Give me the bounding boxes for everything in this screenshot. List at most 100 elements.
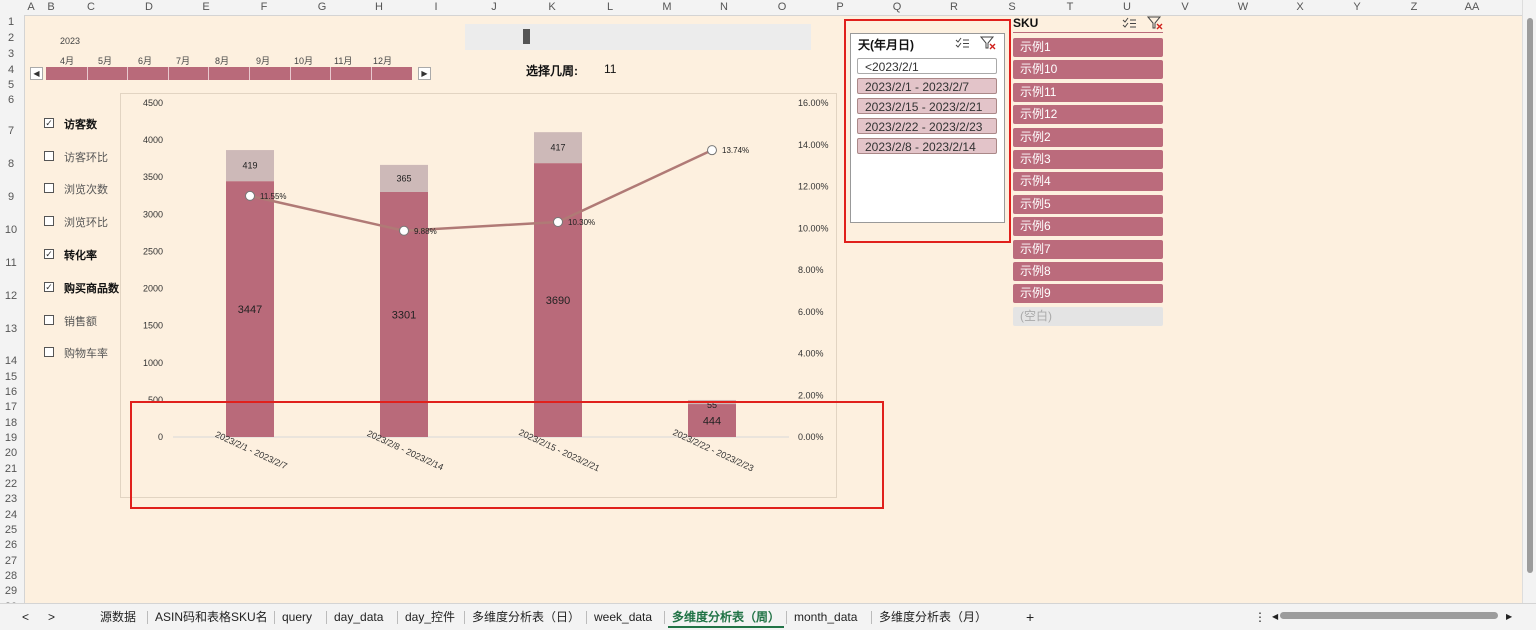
- checkbox-icon[interactable]: ✓: [44, 118, 54, 128]
- sku-slicer-item[interactable]: 示例1: [1013, 38, 1163, 57]
- day-slicer-item[interactable]: 2023/2/22 - 2023/2/23: [857, 118, 997, 134]
- column-header-s[interactable]: S: [1004, 1, 1020, 13]
- sku-multi-select-icon[interactable]: [1122, 17, 1137, 29]
- column-header-d[interactable]: D: [141, 1, 157, 13]
- sheet-tab[interactable]: day_data: [330, 608, 387, 626]
- line-point[interactable]: [707, 145, 717, 156]
- timeline-month[interactable]: 11月: [334, 54, 352, 67]
- column-header-k[interactable]: K: [544, 1, 560, 13]
- row-header-21[interactable]: 21: [0, 463, 22, 475]
- timeline-prev-button[interactable]: ◀: [30, 67, 43, 80]
- sku-slicer-item[interactable]: 示例12: [1013, 105, 1163, 125]
- row-header-23[interactable]: 23: [0, 493, 22, 505]
- sheet-tab[interactable]: ASIN码和表格SKU名: [151, 608, 272, 626]
- timeline-month[interactable]: 12月: [373, 54, 392, 67]
- column-header-e[interactable]: E: [198, 1, 214, 13]
- vertical-scroll-thumb[interactable]: [1527, 18, 1533, 573]
- column-header-f[interactable]: F: [256, 1, 272, 13]
- row-header-7[interactable]: 7: [0, 125, 22, 137]
- row-header-22[interactable]: 22: [0, 478, 22, 490]
- column-header-l[interactable]: L: [602, 1, 618, 13]
- row-header-13[interactable]: 13: [0, 323, 22, 335]
- row-header-12[interactable]: 12: [0, 290, 22, 302]
- multi-select-icon[interactable]: [955, 37, 970, 49]
- clear-filter-icon[interactable]: [980, 36, 996, 50]
- checkbox-icon[interactable]: [44, 151, 54, 161]
- column-header-w[interactable]: W: [1235, 1, 1251, 13]
- sku-slicer-item[interactable]: 示例5: [1013, 194, 1163, 214]
- timeline-month[interactable]: 5月: [98, 54, 112, 67]
- column-header-o[interactable]: O: [774, 1, 790, 13]
- vertical-scrollbar[interactable]: [1522, 0, 1536, 603]
- line-point[interactable]: [399, 225, 409, 236]
- row-header-26[interactable]: 26: [0, 539, 22, 551]
- row-header-3[interactable]: 3: [0, 48, 22, 60]
- column-header-z[interactable]: Z: [1406, 1, 1422, 13]
- column-header-g[interactable]: G: [314, 1, 330, 13]
- sku-clear-filter-icon[interactable]: [1147, 16, 1163, 30]
- column-header-n[interactable]: N: [716, 1, 732, 13]
- sku-slicer-item[interactable]: 示例11: [1013, 82, 1163, 102]
- column-header-t[interactable]: T: [1062, 1, 1078, 13]
- add-sheet-button[interactable]: +: [1022, 608, 1038, 626]
- tab-scroll-next[interactable]: >: [44, 608, 59, 626]
- timeline-month[interactable]: 7月: [176, 54, 190, 67]
- sheet-tab[interactable]: day_控件: [401, 608, 459, 626]
- sku-slicer-blank-item[interactable]: (空白): [1013, 306, 1163, 326]
- line-point[interactable]: [553, 216, 563, 227]
- column-header-a[interactable]: A: [23, 1, 39, 13]
- checkbox-icon[interactable]: [44, 216, 54, 226]
- checkbox-icon[interactable]: [44, 347, 54, 357]
- sheet-tab[interactable]: 源数据: [96, 608, 140, 626]
- column-header-j[interactable]: J: [486, 1, 502, 13]
- timeline-month[interactable]: 6月: [138, 54, 152, 67]
- column-header-i[interactable]: I: [428, 1, 444, 13]
- sku-slicer-item[interactable]: 示例10: [1013, 60, 1163, 80]
- column-header-u[interactable]: U: [1119, 1, 1135, 13]
- row-header-14[interactable]: 14: [0, 355, 22, 367]
- checkbox-icon[interactable]: ✓: [44, 249, 54, 259]
- sheet-tab[interactable]: 多维度分析表（周）: [668, 608, 785, 628]
- row-header-28[interactable]: 28: [0, 570, 22, 582]
- row-header-19[interactable]: 19: [0, 432, 22, 444]
- row-header-16[interactable]: 16: [0, 386, 22, 398]
- sheet-tab[interactable]: query: [278, 608, 316, 626]
- timeline-month[interactable]: 10月: [294, 54, 313, 67]
- timeline-month[interactable]: 8月: [215, 54, 229, 67]
- sheet-tab[interactable]: week_data: [590, 608, 656, 626]
- sku-slicer-item[interactable]: 示例3: [1013, 150, 1163, 169]
- day-slicer-item[interactable]: <2023/2/1: [857, 58, 997, 74]
- tab-scroll-prev[interactable]: <: [18, 608, 33, 626]
- day-slicer-item[interactable]: 2023/2/8 - 2023/2/14: [857, 138, 997, 154]
- checkbox-icon[interactable]: ✓: [44, 282, 54, 292]
- timeline-month[interactable]: 9月: [256, 54, 270, 67]
- day-slicer-item[interactable]: 2023/2/1 - 2023/2/7: [857, 78, 997, 94]
- sku-slicer-item[interactable]: 示例6: [1013, 217, 1163, 237]
- row-header-5[interactable]: 5: [0, 79, 22, 91]
- column-header-b[interactable]: B: [43, 1, 59, 13]
- column-header-h[interactable]: H: [371, 1, 387, 13]
- conversion-rate-line[interactable]: [249, 149, 713, 233]
- row-header-27[interactable]: 27: [0, 555, 22, 567]
- column-header-c[interactable]: C: [83, 1, 99, 13]
- sheet-tab[interactable]: 多维度分析表（月）: [875, 608, 991, 626]
- row-header-17[interactable]: 17: [0, 401, 22, 413]
- sku-slicer-item[interactable]: 示例7: [1013, 239, 1163, 259]
- column-header-m[interactable]: M: [659, 1, 675, 13]
- week-scroll-thumb[interactable]: [523, 29, 530, 44]
- row-header-20[interactable]: 20: [0, 447, 22, 459]
- timeline-next-button[interactable]: ▶: [418, 67, 431, 80]
- horizontal-scroll-thumb[interactable]: [1280, 612, 1498, 619]
- row-header-25[interactable]: 25: [0, 524, 22, 536]
- timeline-month[interactable]: 4月: [60, 54, 74, 67]
- row-header-4[interactable]: 4: [0, 64, 22, 76]
- more-options-icon[interactable]: ⋮: [1250, 608, 1270, 626]
- column-header-aa[interactable]: AA: [1464, 1, 1480, 13]
- row-header-18[interactable]: 18: [0, 417, 22, 429]
- hscroll-right-button[interactable]: ▶: [1502, 608, 1516, 626]
- timeline-range-bar[interactable]: [46, 67, 412, 80]
- row-header-6[interactable]: 6: [0, 94, 22, 106]
- sku-slicer-item[interactable]: 示例8: [1013, 262, 1163, 281]
- row-header-11[interactable]: 11: [0, 257, 22, 269]
- line-point[interactable]: [245, 190, 255, 201]
